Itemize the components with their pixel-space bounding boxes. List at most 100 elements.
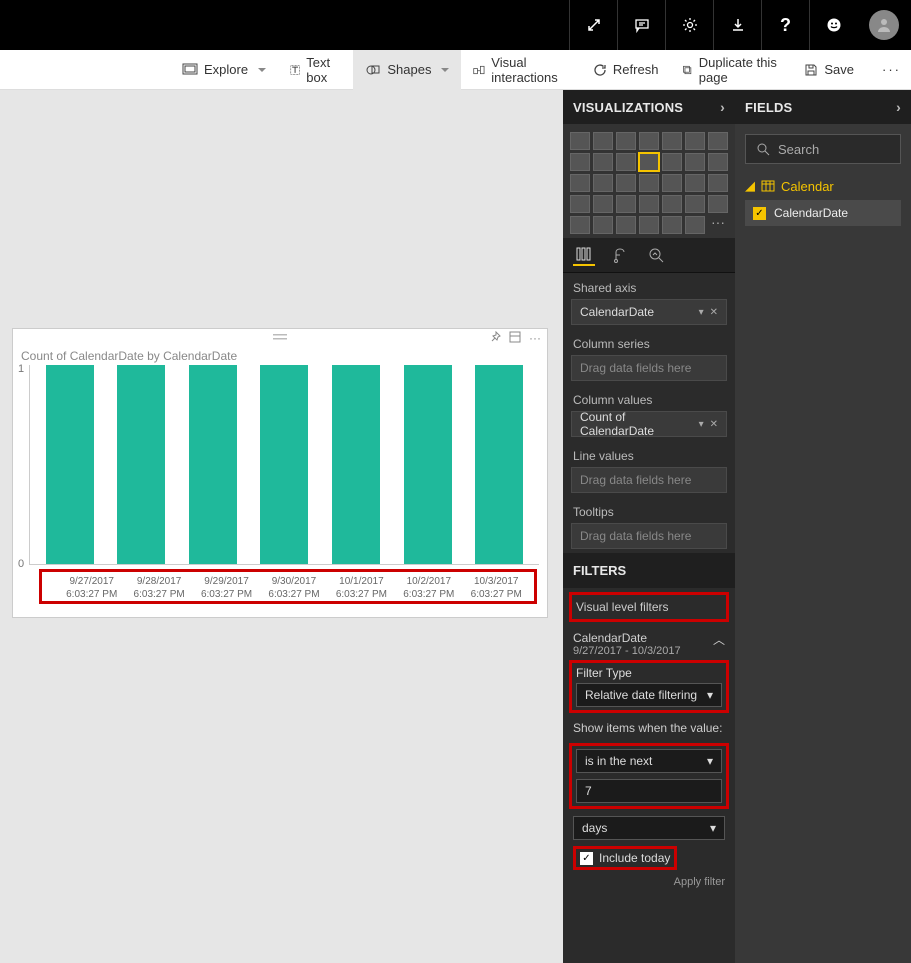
textbox-button[interactable]: Text box: [278, 50, 353, 90]
visual-drag-handle[interactable]: [13, 329, 547, 345]
remove-icon[interactable]: ✕: [710, 307, 718, 318]
visual-more-icon[interactable]: ···: [529, 331, 541, 345]
visual-type-icon[interactable]: [593, 153, 613, 171]
visual-type-icon[interactable]: [616, 132, 636, 150]
visual-interactions-button[interactable]: Visual interactions: [461, 50, 580, 90]
visual-type-icon[interactable]: [662, 153, 682, 171]
table-name: Calendar: [781, 179, 834, 194]
visual-type-icon[interactable]: [639, 216, 659, 234]
toolbar-more-icon[interactable]: ···: [872, 62, 911, 77]
shapes-button[interactable]: Shapes: [353, 50, 461, 90]
visual-type-icon[interactable]: [639, 195, 659, 213]
visual-type-icon[interactable]: [593, 216, 613, 234]
shared-axis-value: CalendarDate: [580, 305, 654, 319]
refresh-button[interactable]: Refresh: [581, 50, 671, 90]
visual-type-icon[interactable]: [662, 174, 682, 192]
line-values-well[interactable]: Drag data fields here: [571, 467, 727, 493]
duplicate-button[interactable]: Duplicate this page: [670, 50, 792, 90]
chevron-right-icon[interactable]: ›: [720, 99, 725, 115]
visualizations-header[interactable]: VISUALIZATIONS ›: [563, 90, 735, 124]
visual-type-icon[interactable]: [662, 195, 682, 213]
help-icon[interactable]: ?: [761, 0, 809, 50]
visual-type-icon[interactable]: [570, 174, 590, 192]
analytics-tab-icon[interactable]: [645, 244, 667, 266]
visual-type-icon[interactable]: [570, 216, 590, 234]
fields-panel: FIELDS › Search ◢ Calendar ✓ CalendarDat…: [735, 90, 911, 963]
field-item[interactable]: ✓ CalendarDate: [745, 200, 901, 226]
visual-type-icon[interactable]: [593, 132, 613, 150]
column-values-well[interactable]: Count of CalendarDate ▾ ✕: [571, 411, 727, 437]
visual-type-icon[interactable]: [570, 195, 590, 213]
include-today-highlight: ✓ Include today: [573, 846, 677, 870]
focus-mode-icon[interactable]: [509, 331, 521, 345]
remove-icon[interactable]: ✕: [710, 419, 718, 430]
visual-type-icon[interactable]: [570, 153, 590, 171]
expand-icon[interactable]: [569, 0, 617, 50]
chat-icon[interactable]: [617, 0, 665, 50]
filter-type-select[interactable]: Relative date filtering▾: [576, 683, 722, 707]
column-values-value: Count of CalendarDate: [580, 410, 699, 438]
visual-type-icon[interactable]: [616, 195, 636, 213]
filter-unit-select[interactable]: days▾: [573, 816, 725, 840]
pin-icon[interactable]: [489, 331, 501, 345]
tooltips-well[interactable]: Drag data fields here: [571, 523, 727, 549]
bar[interactable]: [189, 365, 237, 564]
visual-type-icon[interactable]: [685, 153, 705, 171]
format-tab-icon[interactable]: [609, 244, 631, 266]
bar[interactable]: [260, 365, 308, 564]
user-avatar[interactable]: [869, 10, 899, 40]
visual-type-icon[interactable]: [662, 216, 682, 234]
visual-type-icon[interactable]: [616, 174, 636, 192]
bar[interactable]: [332, 365, 380, 564]
visual-type-icon[interactable]: [616, 153, 636, 171]
save-button[interactable]: Save: [792, 50, 866, 90]
filter-card-header[interactable]: CalendarDate 9/27/2017 - 10/3/2017 ︿: [563, 625, 735, 657]
visual-type-icon[interactable]: [639, 153, 659, 171]
visual-type-icon[interactable]: [685, 216, 705, 234]
table-node[interactable]: ◢ Calendar: [735, 176, 911, 196]
visual-type-icon[interactable]: [593, 174, 613, 192]
filter-operator-highlight: is in the next▾ 7: [569, 743, 729, 809]
bar[interactable]: [46, 365, 94, 564]
smiley-icon[interactable]: [809, 0, 857, 50]
x-tick-label: 9/30/20176:03:27 PM: [265, 576, 323, 601]
explore-button[interactable]: Explore: [170, 50, 278, 90]
visual-type-icon[interactable]: [616, 216, 636, 234]
import-custom-visual-icon[interactable]: ···: [708, 216, 728, 234]
visual-type-icon[interactable]: [708, 132, 728, 150]
collapse-icon[interactable]: ︿: [713, 631, 725, 648]
report-canvas[interactable]: ··· Count of CalendarDate by CalendarDat…: [0, 90, 563, 963]
x-tick-label: 10/1/20176:03:27 PM: [332, 576, 390, 601]
fields-search-input[interactable]: Search: [745, 134, 901, 164]
chart-visual[interactable]: ··· Count of CalendarDate by CalendarDat…: [12, 328, 548, 618]
download-icon[interactable]: [713, 0, 761, 50]
gear-icon[interactable]: [665, 0, 713, 50]
viz-property-tabs: [563, 238, 735, 273]
filter-operator-select[interactable]: is in the next▾: [576, 749, 722, 773]
include-today-checkbox[interactable]: ✓ Include today: [580, 851, 670, 865]
visual-type-icon[interactable]: [708, 153, 728, 171]
visual-type-icon[interactable]: [662, 132, 682, 150]
visual-type-icon[interactable]: [708, 174, 728, 192]
bar[interactable]: [475, 365, 523, 564]
visual-type-icon[interactable]: [685, 132, 705, 150]
visual-type-icon[interactable]: [685, 195, 705, 213]
visual-type-icon[interactable]: [570, 132, 590, 150]
visual-type-icon[interactable]: [639, 174, 659, 192]
x-tick-label: 9/27/20176:03:27 PM: [63, 576, 121, 601]
shared-axis-well[interactable]: CalendarDate ▾ ✕: [571, 299, 727, 325]
chevron-down-icon[interactable]: ▾: [699, 307, 704, 318]
visual-type-icon[interactable]: [685, 174, 705, 192]
visual-type-icon[interactable]: [708, 195, 728, 213]
filter-number-input[interactable]: 7: [576, 779, 722, 803]
column-series-well[interactable]: Drag data fields here: [571, 355, 727, 381]
visual-type-icon[interactable]: [593, 195, 613, 213]
bar[interactable]: [117, 365, 165, 564]
chevron-down-icon[interactable]: ▾: [699, 419, 704, 430]
bar[interactable]: [404, 365, 452, 564]
apply-filter-link[interactable]: Apply filter: [563, 872, 735, 896]
fields-tab-icon[interactable]: [573, 244, 595, 266]
fields-header[interactable]: FIELDS ›: [735, 90, 911, 124]
chevron-right-icon[interactable]: ›: [896, 99, 901, 115]
visual-type-icon[interactable]: [639, 132, 659, 150]
